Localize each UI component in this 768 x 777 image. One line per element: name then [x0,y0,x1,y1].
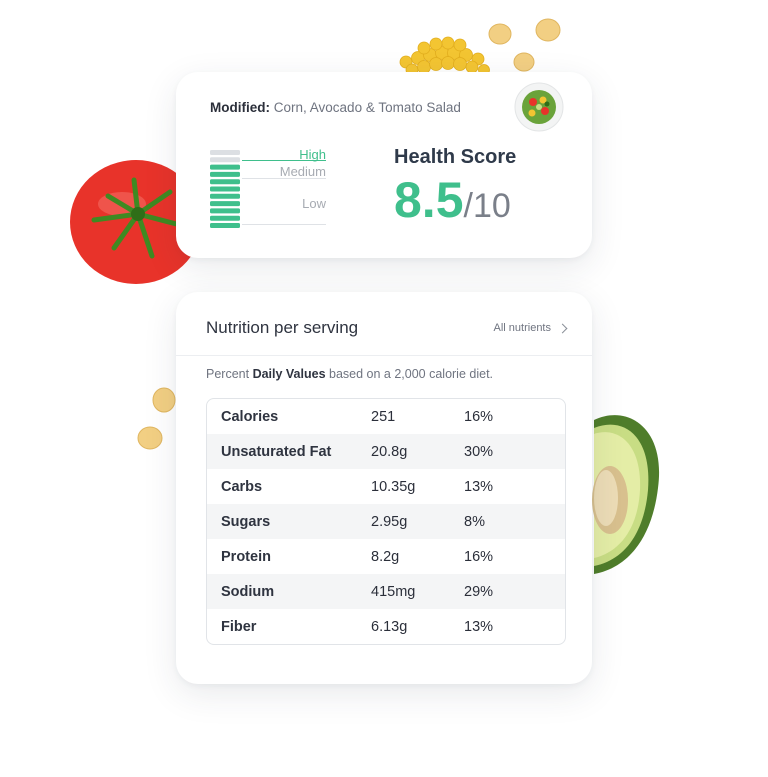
nutrient-name: Fiber [221,618,257,635]
recipe-name: Corn, Avocado & Tomato Salad [273,100,461,115]
nutrition-table: Calories 251 16% Unsaturated Fat 20.8g 30% C… [206,398,566,645]
table-row: Carbs 10.35g 13% [207,469,565,504]
meter-segment [210,223,240,228]
avocado-icon [592,415,660,574]
nutrient-amount: 2.95g [371,513,408,530]
chickpea-icon [488,18,561,72]
level-medium-label: Medium [279,164,326,179]
meter-segment [210,157,240,163]
nutrient-percent: 13% [464,618,494,635]
nutrient-percent: 30% [464,443,494,460]
table-row: Sodium 415mg 29% [207,574,565,609]
all-nutrients-link[interactable]: All nutrients [493,322,568,334]
table-row: Fiber 6.13g 13% [207,609,565,644]
table-row: Unsaturated Fat 20.8g 30% [207,434,565,469]
daily-values-note: Percent Daily Values based on a 2,000 ca… [206,367,494,381]
nutrient-name: Unsaturated Fat [221,443,332,460]
nutrient-percent: 13% [464,478,494,495]
nutrient-name: Sugars [221,513,271,530]
nutrient-amount: 251 [371,408,396,425]
meter-segment [210,186,240,192]
chickpea-icon [137,387,176,450]
health-score-meter [210,150,240,228]
health-score-card: Modified: Corn, Avocado & Tomato Salad H… [176,72,592,258]
nutrient-percent: 16% [464,548,494,565]
nutrition-title: Nutrition per serving [206,318,359,337]
nutrient-name: Sodium [221,583,275,600]
divider [176,355,592,356]
meter-segment [210,150,240,155]
meter-segment [210,193,240,199]
chevron-right-icon [557,323,568,333]
recipe-title: Modified: Corn, Avocado & Tomato Salad [210,100,461,115]
nutrient-percent: 29% [464,583,494,600]
health-score-value: 8.5/10 [394,175,511,225]
salad-bowl-icon [514,82,564,132]
table-row: Sugars 2.95g 8% [207,504,565,539]
nutrient-amount: 8.2g [371,548,400,565]
meter-segment [210,215,240,221]
nutrient-amount: 415mg [371,583,416,600]
modified-label: Modified: [210,100,270,115]
table-row: Protein 8.2g 16% [207,539,565,574]
nutrient-name: Calories [221,408,279,425]
nutrient-amount: 10.35g [371,478,416,495]
table-row: Calories 251 16% [207,399,565,434]
score-number: 8.5 [394,172,464,228]
nutrient-percent: 8% [464,513,485,530]
level-high-label: High [299,147,326,162]
meter-segment [210,171,240,177]
nutrition-card: Nutrition per serving All nutrients Perc… [176,292,592,684]
nutrient-amount: 6.13g [371,618,408,635]
score-max: /10 [463,187,511,225]
meter-segment [210,164,240,170]
nutrient-name: Carbs [221,478,263,495]
meter-segment [210,179,240,185]
all-nutrients-label: All nutrients [493,322,551,334]
health-score-title: Health Score [394,146,517,168]
meter-segment [210,201,240,207]
nutrient-name: Protein [221,548,271,565]
level-low-label: Low [302,196,326,211]
meter-segment [210,208,240,214]
nutrient-percent: 16% [464,408,494,425]
nutrient-amount: 20.8g [371,443,408,460]
